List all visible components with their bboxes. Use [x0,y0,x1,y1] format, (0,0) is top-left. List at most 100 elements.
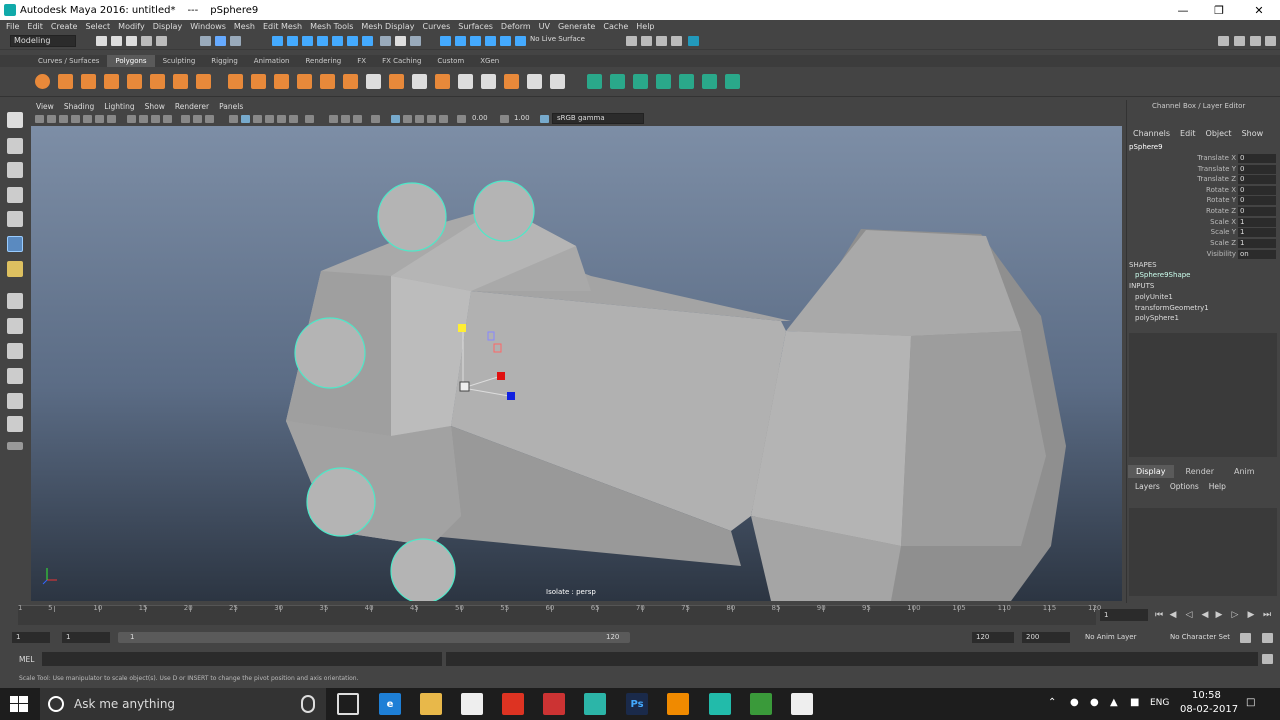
separate-icon[interactable] [251,74,266,89]
select-camera-icon[interactable] [35,115,44,123]
scale-z-handle[interactable] [507,392,515,400]
input-item[interactable]: transformGeometry1 [1135,304,1209,312]
hypershade-icon[interactable] [515,36,526,46]
attr-row[interactable]: Rotate X0 [1128,186,1278,196]
save-scene-icon[interactable] [126,36,137,46]
action-center-icon[interactable]: □ [1246,697,1255,708]
motion-blur-icon[interactable] [329,115,338,123]
attr-value[interactable]: 1 [1238,239,1276,248]
shelf-tab-custom[interactable]: Custom [429,55,472,67]
tray-app-icon[interactable]: ● [1090,697,1099,708]
panel-menu-shading[interactable]: Shading [64,102,94,111]
auto-key-icon[interactable] [1240,633,1251,643]
playback-start-field[interactable]: 1 [62,632,110,643]
snap-surface-icon[interactable] [332,36,343,46]
sync-icon[interactable] [688,36,699,46]
outliner-layout-icon[interactable] [7,416,23,432]
cortana-search-box[interactable]: Ask me anything [40,688,326,720]
channel-box-menu-object[interactable]: Object [1206,129,1232,138]
isolate-select-icon[interactable] [391,115,400,123]
poly-cone-icon[interactable] [104,74,119,89]
field-chart-icon[interactable] [181,115,190,123]
scale-center-handle[interactable] [459,381,470,392]
shelf-tab-fx[interactable]: FX [349,55,374,67]
store-icon[interactable] [461,693,483,715]
shape-item[interactable]: pSphere9Shape [1135,271,1190,279]
panel-layout-icon-4[interactable] [671,36,682,46]
safe-title-icon[interactable] [205,115,214,123]
panel-layout-icon-3[interactable] [656,36,667,46]
append-icon[interactable] [458,74,473,89]
microphone-icon[interactable] [301,695,315,713]
hypershade-layout-icon[interactable] [7,393,23,409]
shelf-tab-rendering[interactable]: Rendering [297,55,349,67]
render-settings-icon[interactable] [500,36,511,46]
clock-time[interactable]: 10:58 [1192,690,1221,701]
mirror-icon[interactable] [274,74,289,89]
shelf-tab-animation[interactable]: Animation [246,55,298,67]
menu-create[interactable]: Create [51,22,78,31]
animation-end-field[interactable]: 200 [1022,632,1070,643]
two-sided-lighting-icon[interactable] [427,115,436,123]
tool-settings-icon[interactable] [1250,36,1261,46]
grid-icon[interactable] [127,115,136,123]
mode-select[interactable]: Modeling [10,35,76,47]
exposure-field[interactable]: 0.00 [472,114,488,122]
snap-pivot-icon[interactable] [347,36,358,46]
poly-pipe-icon[interactable] [196,74,211,89]
attr-row[interactable]: Translate Z0 [1128,175,1278,185]
menu-select[interactable]: Select [85,22,110,31]
open-scene-icon[interactable] [111,36,122,46]
attr-value[interactable]: 0 [1238,186,1276,195]
snap-together-icon[interactable] [362,36,373,46]
select-tool-icon[interactable] [7,112,23,128]
attr-row[interactable]: Scale Z1 [1128,239,1278,249]
scale-x-handle[interactable] [497,372,505,380]
acrobat-reader-icon[interactable] [502,693,524,715]
snap-point-icon[interactable] [302,36,313,46]
cylindrical-map-icon[interactable] [633,74,648,89]
channel-box-menu-channels[interactable]: Channels [1133,129,1170,138]
minimize-button[interactable]: — [1164,0,1202,20]
shadows-icon[interactable] [289,115,298,123]
menu-edit[interactable]: Edit [27,22,43,31]
layer-menu-help[interactable]: Help [1209,482,1226,491]
auto-map-icon[interactable] [679,74,694,89]
menu-mesh-tools[interactable]: Mesh Tools [310,22,353,31]
file-explorer-icon[interactable] [420,693,442,715]
vlc-icon[interactable] [667,693,689,715]
lock-camera-icon[interactable] [47,115,56,123]
clock-date[interactable]: 08-02-2017 [1180,704,1238,715]
step-back-frame-icon[interactable]: ◁ [1184,610,1194,620]
layer-menu-options[interactable]: Options [1170,482,1199,491]
go-to-end-icon[interactable]: ⏭ [1262,610,1272,620]
planar-map-icon[interactable] [610,74,625,89]
wire-sphere-2[interactable] [473,180,535,242]
playback-end-field[interactable]: 120 [972,632,1014,643]
grease-pencil-icon[interactable] [107,115,116,123]
animation-preferences-icon[interactable] [1262,633,1273,643]
attr-value[interactable]: 0 [1238,207,1276,216]
depth-of-field-icon[interactable] [353,115,362,123]
new-scene-icon[interactable] [96,36,107,46]
move-tool-icon[interactable] [7,187,23,203]
snap-grid-icon[interactable] [272,36,283,46]
multi-cut-icon[interactable] [412,74,427,89]
two-d-pan-icon[interactable] [95,115,104,123]
safe-action-icon[interactable] [193,115,202,123]
spherical-map-icon[interactable] [656,74,671,89]
mel-label[interactable]: MEL [19,655,34,664]
wire-sphere-1[interactable] [377,182,447,252]
view-transform-select[interactable]: sRGB gamma [552,113,644,124]
play-forward-icon[interactable]: ▶ [1214,610,1224,620]
menu-help[interactable]: Help [636,22,654,31]
menu-display[interactable]: Display [153,22,183,31]
network-icon[interactable]: ▲ [1110,697,1118,708]
step-back-key-icon[interactable]: ◀ [1168,610,1178,620]
gamma-icon[interactable] [500,115,509,123]
editor-app-icon[interactable] [791,693,813,715]
tray-overflow-icon[interactable]: ⌃ [1048,697,1056,708]
task-view-icon[interactable] [337,693,359,715]
anim-layer-select[interactable]: No Anim Layer [1085,633,1136,641]
menu-modify[interactable]: Modify [118,22,145,31]
